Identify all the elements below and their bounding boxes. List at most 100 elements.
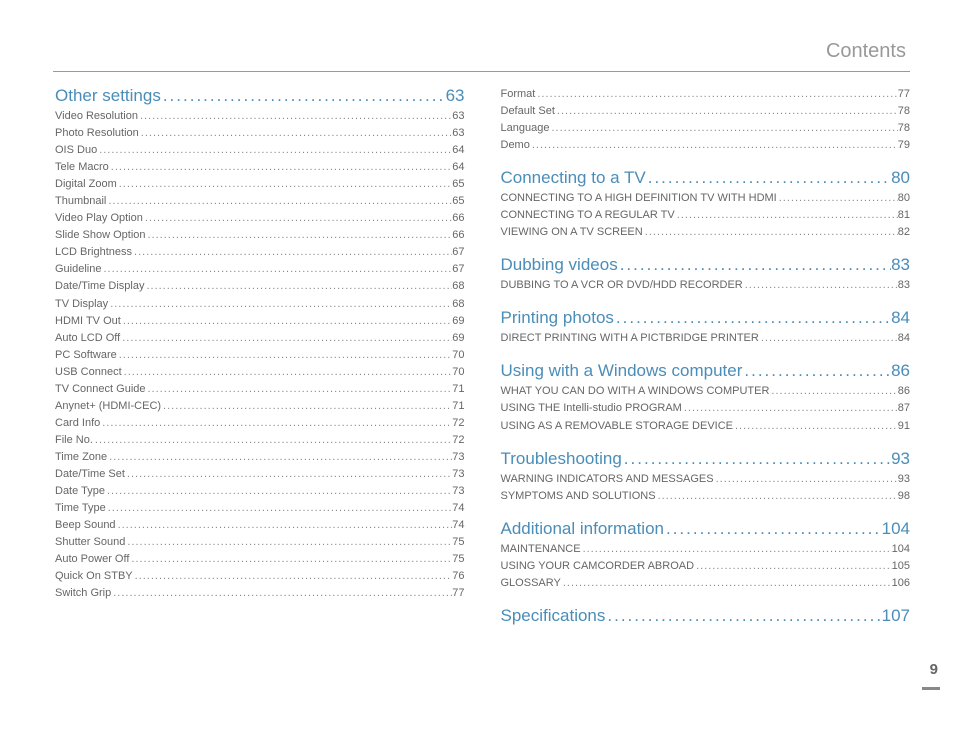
toc-section-heading[interactable]: Using with a Windows computer...........… <box>501 361 911 381</box>
toc-section-heading[interactable]: Dubbing videos..........................… <box>501 255 911 275</box>
toc-entry[interactable]: WARNING INDICATORS AND MESSAGES.........… <box>501 471 911 488</box>
toc-entry[interactable]: LCD Brightness..........................… <box>55 244 465 261</box>
entry-label: USB Connect <box>55 364 122 381</box>
entry-label: CONNECTING TO A HIGH DEFINITION TV WITH … <box>501 190 777 207</box>
entry-label: Date Type <box>55 483 105 500</box>
toc-entry[interactable]: Tele Macro..............................… <box>55 159 465 176</box>
entry-page: 98 <box>898 488 910 505</box>
toc-entry[interactable]: Auto LCD Off............................… <box>55 330 465 347</box>
toc-entry[interactable]: Quick On STBY...........................… <box>55 568 465 585</box>
entry-label: WHAT YOU CAN DO WITH A WINDOWS COMPUTER <box>501 383 770 400</box>
toc-entry[interactable]: TV Connect Guide........................… <box>55 381 465 398</box>
entry-label: Default Set <box>501 103 555 120</box>
leader-dots: ........................................… <box>117 176 453 193</box>
toc-entry[interactable]: Digital Zoom............................… <box>55 176 465 193</box>
toc-entry[interactable]: GLOSSARY................................… <box>501 575 911 592</box>
toc-entry[interactable]: USING YOUR CAMCORDER ABROAD.............… <box>501 558 911 575</box>
toc-entry[interactable]: HDMI TV Out.............................… <box>55 313 465 330</box>
entry-page: 77 <box>452 585 464 602</box>
toc-entry[interactable]: Default Set.............................… <box>501 103 911 120</box>
entry-label: CONNECTING TO A REGULAR TV <box>501 207 675 224</box>
toc-entry[interactable]: Video Resolution........................… <box>55 108 465 125</box>
leader-dots: ........................................… <box>161 398 452 415</box>
toc-section-heading[interactable]: Troubleshooting.........................… <box>501 449 911 469</box>
toc-entry[interactable]: SYMPTOMS AND SOLUTIONS..................… <box>501 488 911 505</box>
toc-entry[interactable]: Date Type...............................… <box>55 483 465 500</box>
entry-page: 69 <box>452 313 464 330</box>
toc-entry[interactable]: Time Type...............................… <box>55 500 465 517</box>
toc-entry[interactable]: Date/Time Set...........................… <box>55 466 465 483</box>
entry-label: WARNING INDICATORS AND MESSAGES <box>501 471 714 488</box>
toc-entry[interactable]: DUBBING TO A VCR OR DVD/HDD RECORDER....… <box>501 277 911 294</box>
toc-entry[interactable]: CONNECTING TO A REGULAR TV..............… <box>501 207 911 224</box>
toc-entry[interactable]: Anynet+ (HDMI-CEC)......................… <box>55 398 465 415</box>
toc-entry[interactable]: Photo Resolution........................… <box>55 125 465 142</box>
section-title: Connecting to a TV <box>501 168 646 188</box>
toc-section-heading[interactable]: Specifications..........................… <box>501 606 911 626</box>
leader-dots: ........................................… <box>144 278 452 295</box>
toc-section-heading[interactable]: Other settings..........................… <box>55 86 465 106</box>
entry-label: VIEWING ON A TV SCREEN <box>501 224 643 241</box>
leader-dots: ........................................… <box>643 224 898 241</box>
toc-entry[interactable]: USING THE Intelli-studio PROGRAM........… <box>501 400 911 417</box>
entry-page: 81 <box>898 207 910 224</box>
toc-entry[interactable]: Format..................................… <box>501 86 911 103</box>
toc-entry[interactable]: CONNECTING TO A HIGH DEFINITION TV WITH … <box>501 190 911 207</box>
toc-entry[interactable]: Time Zone...............................… <box>55 449 465 466</box>
leader-dots: ........................................… <box>682 400 898 417</box>
toc-entry[interactable]: Shutter Sound...........................… <box>55 534 465 551</box>
leader-dots: ........................................… <box>132 244 452 261</box>
toc-entry[interactable]: Slide Show Option.......................… <box>55 227 465 244</box>
leader-dots: ........................................… <box>139 125 452 142</box>
toc-entry[interactable]: WHAT YOU CAN DO WITH A WINDOWS COMPUTER.… <box>501 383 911 400</box>
section-title: Troubleshooting <box>501 449 622 469</box>
toc-entry[interactable]: DIRECT PRINTING WITH A PICTBRIDGE PRINTE… <box>501 330 911 347</box>
leader-dots: ........................................… <box>100 415 452 432</box>
entry-label: USING YOUR CAMCORDER ABROAD <box>501 558 695 575</box>
entry-page: 80 <box>898 190 910 207</box>
leader-dots: ........................................… <box>97 142 452 159</box>
entry-label: Date/Time Display <box>55 278 144 295</box>
toc-entry[interactable]: USING AS A REMOVABLE STORAGE DEVICE.....… <box>501 418 911 435</box>
toc-entry[interactable]: OIS Duo.................................… <box>55 142 465 159</box>
entry-label: File No. <box>55 432 93 449</box>
entry-label: Guideline <box>55 261 101 278</box>
leader-dots: ........................................… <box>769 383 897 400</box>
toc-entry[interactable]: Beep Sound..............................… <box>55 517 465 534</box>
entry-page: 66 <box>452 210 464 227</box>
entry-page: 105 <box>892 558 910 575</box>
entry-label: Auto Power Off <box>55 551 129 568</box>
toc-entry[interactable]: MAINTENANCE.............................… <box>501 541 911 558</box>
entry-label: Slide Show Option <box>55 227 146 244</box>
leader-dots: ........................................… <box>777 190 898 207</box>
entry-label: HDMI TV Out <box>55 313 121 330</box>
toc-entry[interactable]: Video Play Option.......................… <box>55 210 465 227</box>
toc-entry[interactable]: Demo....................................… <box>501 137 911 154</box>
toc-entry[interactable]: File No.................................… <box>55 432 465 449</box>
toc-section-heading[interactable]: Connecting to a TV......................… <box>501 168 911 188</box>
toc-entry[interactable]: USB Connect.............................… <box>55 364 465 381</box>
toc-entry[interactable]: VIEWING ON A TV SCREEN..................… <box>501 224 911 241</box>
toc-entry[interactable]: Date/Time Display.......................… <box>55 278 465 295</box>
entry-page: 87 <box>898 400 910 417</box>
toc-section-heading[interactable]: Additional information..................… <box>501 519 911 539</box>
toc-section-heading[interactable]: Printing photos.........................… <box>501 308 911 328</box>
leader-dots: ........................................… <box>101 261 452 278</box>
leader-dots: ........................................… <box>675 207 898 224</box>
entry-label: OIS Duo <box>55 142 97 159</box>
toc-entry[interactable]: TV Display..............................… <box>55 296 465 313</box>
leader-dots: ........................................… <box>742 361 891 381</box>
toc-entry[interactable]: Guideline...............................… <box>55 261 465 278</box>
toc-entry[interactable]: Auto Power Off..........................… <box>55 551 465 568</box>
section-title: Additional information <box>501 519 664 539</box>
toc-entry[interactable]: Switch Grip.............................… <box>55 585 465 602</box>
leader-dots: ........................................… <box>93 432 452 449</box>
leader-dots: ........................................… <box>121 313 452 330</box>
toc-entry[interactable]: Card Info...............................… <box>55 415 465 432</box>
entry-page: 106 <box>892 575 910 592</box>
entry-page: 93 <box>898 471 910 488</box>
toc-entry[interactable]: Thumbnail...............................… <box>55 193 465 210</box>
leader-dots: ........................................… <box>530 137 898 154</box>
toc-entry[interactable]: PC Software.............................… <box>55 347 465 364</box>
toc-entry[interactable]: Language................................… <box>501 120 911 137</box>
